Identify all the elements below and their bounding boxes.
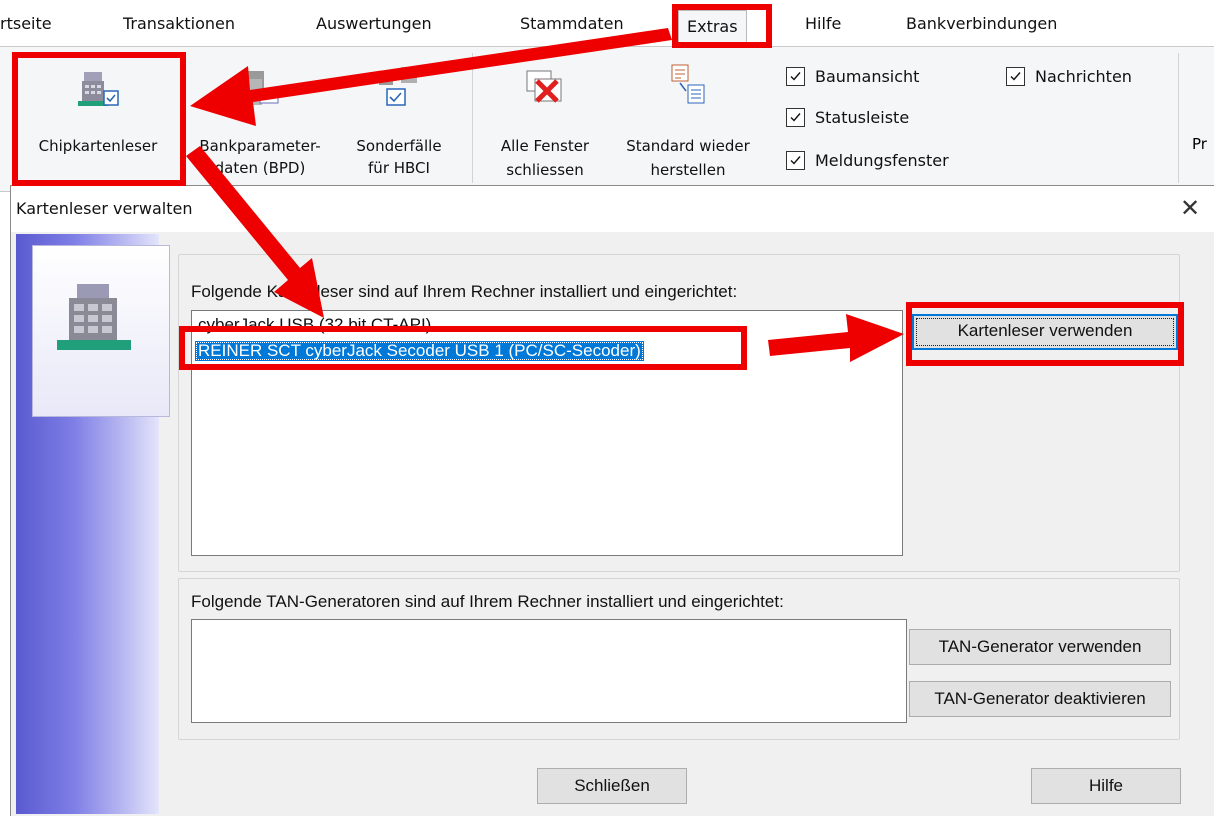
annotation-box-use-button — [906, 302, 1184, 366]
baumansicht-label: Baumansicht — [815, 67, 920, 86]
statusleiste-checkbox[interactable]: Statusleiste — [786, 108, 909, 127]
bank-parameter-icon — [238, 69, 282, 119]
bpd-label-2: daten (BPD) — [214, 159, 306, 177]
sonderfaelle-label-1: Sonderfälle — [356, 137, 442, 155]
card-reader-large-icon — [57, 284, 131, 350]
sonderfaelle-label-2: für HBCI — [368, 159, 430, 177]
close-all-label-1: Alle Fenster — [500, 137, 590, 155]
readers-label: Folgende Kartenleser sind auf Ihrem Rech… — [191, 282, 738, 301]
tan-listbox[interactable] — [191, 619, 907, 723]
restore-label-2: herstellen — [650, 161, 726, 179]
tab-bankverbindungen[interactable]: Bankverbindungen — [906, 14, 1057, 33]
close-all-windows-button[interactable]: Alle Fenster schliessen — [482, 51, 608, 181]
baumansicht-checkbox[interactable]: Baumansicht — [786, 67, 919, 86]
tan-use-label: TAN-Generator verwenden — [938, 637, 1142, 656]
nachrichten-checkbox[interactable]: Nachrichten — [1006, 67, 1132, 86]
close-icon[interactable]: ✕ — [1175, 194, 1205, 222]
annotation-box-chipkartenleser — [12, 52, 186, 186]
annotation-box-extras — [672, 4, 772, 48]
kartenleser-dialog: Kartenleser verwalten ✕ Folgende Kartenl… — [10, 185, 1214, 816]
sonderfaelle-hbci-button[interactable]: Sonderfälle für HBCI — [340, 51, 458, 181]
annotation-box-selected-reader — [179, 326, 747, 370]
help-button-label: Hilfe — [1088, 776, 1123, 795]
restore-layout-icon — [666, 63, 710, 113]
close-all-label-2: schliessen — [506, 161, 584, 179]
ribbon-tab-bar: rtseite Transaktionen Auswertungen Stamm… — [0, 0, 1214, 46]
close-windows-icon — [523, 67, 567, 117]
side-banner — [16, 234, 169, 814]
close-button-label: Schließen — [574, 776, 650, 795]
tab-startseite[interactable]: rtseite — [0, 14, 52, 33]
meldungsfenster-checkbox[interactable]: Meldungsfenster — [786, 151, 949, 170]
close-button[interactable]: Schließen — [537, 768, 687, 804]
tab-hilfe[interactable]: Hilfe — [805, 14, 841, 33]
tab-transaktionen[interactable]: Transaktionen — [123, 14, 235, 33]
special-cases-icon — [377, 65, 421, 115]
tab-auswertungen[interactable]: Auswertungen — [316, 14, 432, 33]
dialog-title: Kartenleser verwalten — [16, 199, 193, 218]
bpd-button[interactable]: Bankparameter- daten (BPD) — [180, 51, 340, 181]
checkbox-checked-icon — [786, 151, 805, 170]
side-card — [33, 246, 169, 416]
tan-deactivate-label: TAN-Generator deaktivieren — [934, 689, 1146, 708]
bpd-label-1: Bankparameter- — [199, 137, 321, 155]
meldungsfenster-label: Meldungsfenster — [815, 151, 949, 170]
ribbon-separator — [1178, 53, 1179, 183]
checkbox-checked-icon — [786, 108, 805, 127]
checkbox-checked-icon — [786, 67, 805, 86]
ribbon-separator — [472, 53, 473, 183]
nachrichten-label: Nachrichten — [1035, 67, 1132, 86]
restore-default-button[interactable]: Standard wieder herstellen — [608, 51, 768, 181]
checkbox-checked-icon — [1006, 67, 1025, 86]
help-button[interactable]: Hilfe — [1031, 768, 1181, 804]
tab-stammdaten[interactable]: Stammdaten — [520, 14, 624, 33]
tan-deactivate-button[interactable]: TAN-Generator deaktivieren — [909, 681, 1171, 717]
tan-label: Folgende TAN-Generatoren sind auf Ihrem … — [191, 592, 784, 611]
statusleiste-label: Statusleiste — [815, 108, 910, 127]
dialog-title-bar: Kartenleser verwalten ✕ — [11, 186, 1214, 232]
ribbon-cut-label[interactable]: Pr — [1192, 135, 1207, 153]
restore-label-1: Standard wieder — [626, 137, 750, 155]
tan-use-button[interactable]: TAN-Generator verwenden — [909, 629, 1171, 665]
